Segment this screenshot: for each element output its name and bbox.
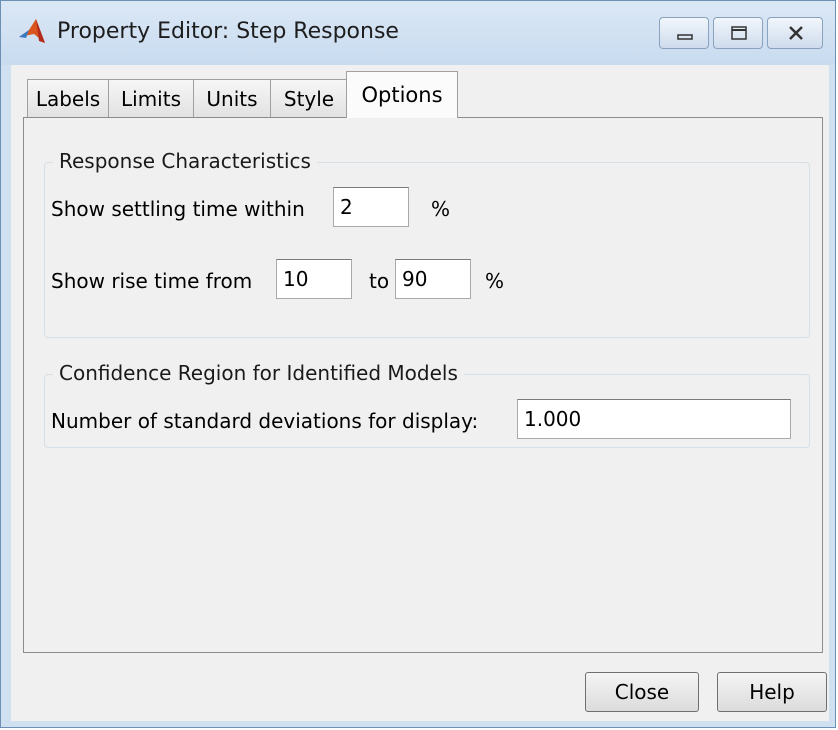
rise-time-to-input[interactable]: 90 — [395, 259, 471, 299]
confidence-region-group: Confidence Region for Identified Models … — [44, 361, 810, 448]
tab-labels[interactable]: Labels — [27, 79, 109, 117]
maximize-icon — [731, 26, 747, 40]
tab-strip: Labels Limits Units Style Options — [11, 65, 829, 118]
group-title: Response Characteristics — [53, 149, 317, 173]
close-window-button[interactable] — [767, 17, 823, 49]
settling-time-label: Show settling time within — [51, 197, 305, 221]
rise-to-label: to — [369, 269, 390, 293]
property-editor-window: Property Editor: Step Response Labels Li… — [0, 0, 836, 728]
tab-limits[interactable]: Limits — [108, 79, 194, 117]
rise-time-label: Show rise time from — [51, 269, 253, 293]
tab-style[interactable]: Style — [270, 79, 348, 117]
tab-units[interactable]: Units — [193, 79, 271, 117]
rise-time-from-input[interactable]: 10 — [276, 259, 352, 299]
std-deviations-input[interactable]: 1.000 — [517, 399, 791, 439]
settling-unit-label: % — [431, 197, 451, 221]
title-bar[interactable]: Property Editor: Step Response — [1, 1, 835, 65]
options-panel: Response Characteristics Show settling t… — [23, 117, 823, 653]
rise-unit-label: % — [485, 269, 505, 293]
matlab-logo-icon — [19, 19, 45, 43]
close-button[interactable]: Close — [585, 672, 699, 712]
dialog-client-area: Labels Limits Units Style Options Respon… — [11, 65, 829, 721]
window-title: Property Editor: Step Response — [57, 19, 399, 44]
std-deviations-label: Number of standard deviations for displa… — [51, 409, 479, 433]
response-characteristics-group: Response Characteristics Show settling t… — [44, 149, 810, 338]
close-icon — [789, 26, 803, 40]
help-button[interactable]: Help — [717, 672, 827, 712]
minimize-button[interactable] — [659, 17, 709, 49]
maximize-button[interactable] — [713, 17, 763, 49]
settling-time-input[interactable]: 2 — [333, 187, 409, 227]
group-title: Confidence Region for Identified Models — [53, 361, 464, 385]
tab-options[interactable]: Options — [346, 71, 458, 118]
minimize-icon — [677, 34, 693, 40]
